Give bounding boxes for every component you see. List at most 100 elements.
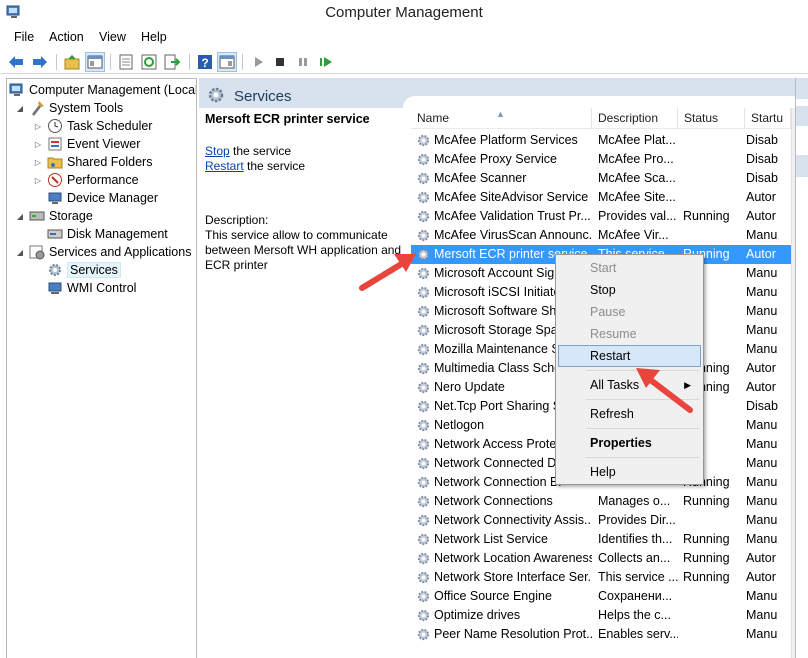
toolbar-separator [110,54,111,70]
service-context-menu: Start Stop Pause Resume Restart All Task… [555,254,704,485]
service-description: Enables serv... [598,627,678,641]
service-name: Multimedia Class Schedu [434,361,576,375]
menu-item-start[interactable]: Start [558,257,701,279]
up-icon[interactable] [62,52,82,72]
sort-ascending-icon: ▲ [496,109,505,119]
column-header-name[interactable]: ▲ Name [411,108,592,129]
service-name: Netlogon [434,418,485,432]
restart-service-icon[interactable] [316,52,336,72]
service-row[interactable]: Network List Service Identifies th... Runn… [411,530,808,549]
service-row[interactable]: McAfee Validation Trust Pr... Provides va… [411,207,808,226]
service-status: Running [683,532,730,546]
service-gear-icon [417,362,430,375]
show-hide-action-pane-icon[interactable] [217,52,237,72]
service-row[interactable]: McAfee VirusScan Announc... McAfee Vir...… [411,226,808,245]
service-name: McAfee Proxy Service [434,152,557,166]
expand-icon[interactable]: ▷ [33,122,43,131]
service-status [683,189,745,206]
tree-item-wmi-control[interactable]: WMI Control [47,279,136,297]
service-description-panel: Mersoft ECR printer service Stop the ser… [199,108,409,658]
menu-view[interactable]: View [99,30,126,44]
restart-service-link[interactable]: Restart [205,159,244,173]
column-startup-label: Startu [751,111,784,125]
service-row[interactable]: Network Connectivity Assis... Provides Di… [411,511,808,530]
menu-item-all-tasks[interactable]: All Tasks ▶ [558,374,701,396]
service-row[interactable]: Peer Name Resolution Prot... Enables serv… [411,625,808,644]
service-name: Mozilla Maintenance Se [434,342,567,356]
tree-label: WMI Control [67,281,137,295]
export-list-icon[interactable] [116,52,136,72]
expand-icon[interactable]: ▷ [33,176,43,185]
title-bar: Computer Management [0,0,808,26]
collapse-icon[interactable]: ◢ [15,248,25,257]
tree-item-task-scheduler[interactable]: ▷ Task Scheduler [33,117,152,135]
service-gear-icon [417,552,430,565]
tree-item-services[interactable]: Services [47,261,121,279]
menu-help[interactable]: Help [141,30,167,44]
help-icon[interactable]: ? [195,52,215,72]
service-name-cell: McAfee Proxy Service [416,151,592,168]
tree-label: Device Manager [67,191,159,205]
tree-item-computer-management[interactable]: Computer Management (Local [9,81,196,99]
service-gear-icon [417,172,430,185]
menu-item-help[interactable]: Help [558,461,701,483]
show-hide-tree-icon[interactable] [85,52,105,72]
actions-section-more[interactable] [796,155,808,177]
service-row[interactable]: Network Location Awareness Collects an...… [411,549,808,568]
tree-item-device-manager[interactable]: Device Manager [47,189,158,207]
stop-service-icon[interactable] [270,52,290,72]
column-header-status[interactable]: Status [678,108,745,129]
service-row[interactable]: Optimize drives Helps the c... Manu [411,606,808,625]
service-row[interactable]: Network Connections Manages o... Running Ma… [411,492,808,511]
column-header-startup-type[interactable]: Startu [745,108,791,129]
menu-item-refresh[interactable]: Refresh [558,403,701,425]
menu-item-pause[interactable]: Pause [558,301,701,323]
service-name: Network Connection Br [434,475,563,489]
service-name: Optimize drives [434,608,521,622]
refresh-icon[interactable] [139,52,159,72]
menu-item-restart[interactable]: Restart [558,345,701,367]
start-service-icon[interactable] [248,52,268,72]
menu-item-resume[interactable]: Resume [558,323,701,345]
service-row[interactable]: McAfee SiteAdvisor Service McAfee Site...… [411,188,808,207]
forward-icon[interactable] [30,52,50,72]
tree-item-event-viewer[interactable]: ▷ Event Viewer [33,135,141,153]
expand-icon[interactable]: ▷ [33,158,43,167]
service-row[interactable]: Network Store Interface Ser... This servi… [411,568,808,587]
expand-icon[interactable]: ▷ [33,140,43,149]
tree-item-system-tools[interactable]: ◢ System Tools [15,99,123,117]
menu-item-stop[interactable]: Stop [558,279,701,301]
service-description: Provides val... [598,209,677,223]
stop-service-link[interactable]: Stop [205,144,230,158]
service-row[interactable]: McAfee Platform Services McAfee Plat... Di… [411,131,808,150]
services-applications-icon [29,245,45,260]
tree-item-performance[interactable]: ▷ Performance [33,171,139,189]
service-row[interactable]: Office Source Engine Сохранени... Manu [411,587,808,606]
service-gear-icon [417,305,430,318]
tree-item-disk-management[interactable]: Disk Management [47,225,168,243]
service-name: McAfee Platform Services [434,133,578,147]
menu-file[interactable]: File [14,30,34,44]
tree-item-shared-folders[interactable]: ▷ Shared Folders [33,153,153,171]
service-row[interactable]: McAfee Scanner McAfee Sca... Disab [411,169,808,188]
console-tree: Computer Management (Local ◢ System Tool… [6,78,197,658]
actions-section-services[interactable] [796,106,808,126]
service-name: McAfee VirusScan Announc... [434,228,592,242]
service-row[interactable]: McAfee Proxy Service McAfee Pro... Disab [411,150,808,169]
tree-item-services-and-applications[interactable]: ◢ Services and Applications [15,243,191,261]
service-gear-icon [417,609,430,622]
menu-action[interactable]: Action [49,30,84,44]
export-icon[interactable] [162,52,182,72]
service-name: Net.Tcp Port Sharing Se [434,399,569,413]
tree-item-storage[interactable]: ◢ Storage [15,207,93,225]
column-header-description[interactable]: Description [592,108,678,129]
pause-service-icon[interactable] [293,52,313,72]
tree-label: Task Scheduler [67,119,153,133]
menu-item-properties[interactable]: Properties [558,432,701,454]
collapse-icon[interactable]: ◢ [15,104,25,113]
collapse-icon[interactable]: ◢ [15,212,25,221]
service-name-cell: Network Connections [416,493,592,510]
toolbar-separator [189,54,190,70]
services-title: Services [234,88,292,105]
back-icon[interactable] [6,52,26,72]
